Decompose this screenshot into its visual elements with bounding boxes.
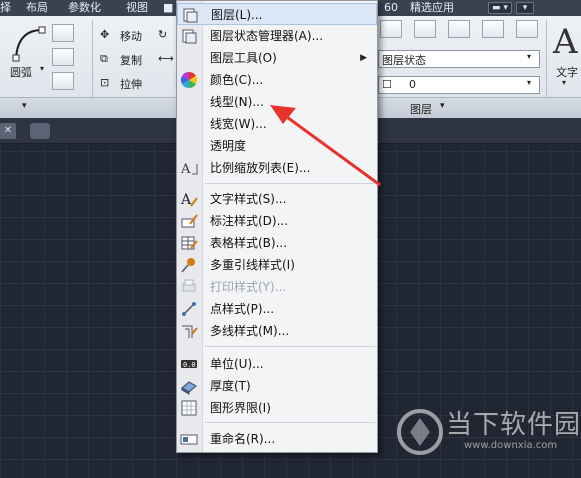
- watermark: 当下软件园 www.downxia.com: [396, 400, 580, 464]
- move-button[interactable]: 移动: [120, 28, 142, 44]
- menu-item-color[interactable]: 颜色(C)...: [177, 69, 377, 91]
- layer-tool-icon-3[interactable]: [448, 20, 470, 38]
- point-style-icon: [182, 302, 196, 316]
- layer-tool-icon-4[interactable]: [482, 20, 504, 38]
- menu-featured-apps[interactable]: 精选应用: [410, 0, 454, 16]
- menu-select[interactable]: 择: [0, 0, 11, 16]
- menu-item-transparency[interactable]: 透明度: [177, 135, 377, 157]
- units-icon: 0.0: [181, 360, 197, 369]
- layer-state-manager-icon: [182, 29, 197, 44]
- text-tool-label[interactable]: 文字: [556, 64, 578, 80]
- multiline-style-icon: [182, 325, 198, 338]
- menu-view[interactable]: 视图: [126, 0, 148, 16]
- text-style-icon: A: [180, 192, 198, 208]
- menu-item-thickness[interactable]: 厚度(T): [177, 375, 377, 397]
- menu-item-multiline-style[interactable]: 多线样式(M)...: [177, 320, 377, 342]
- menu-360[interactable]: 60: [384, 0, 398, 16]
- text-tool-icon[interactable]: A: [553, 22, 578, 62]
- watermark-url: www.downxia.com: [464, 440, 558, 451]
- copy-icon[interactable]: ⧉: [100, 52, 108, 66]
- arc-icon[interactable]: [10, 24, 46, 62]
- menu-item-point-style[interactable]: 点样式(P)...: [177, 298, 377, 320]
- svg-text:0.0: 0.0: [183, 361, 196, 369]
- plot-style-icon: [182, 279, 196, 292]
- rename-icon: [180, 434, 198, 445]
- menu-item-layer[interactable]: 图层(L)...: [177, 3, 377, 25]
- arc-label[interactable]: 圆弧: [10, 64, 32, 80]
- rectangle-icon[interactable]: [52, 24, 74, 42]
- menu-item-lineweight[interactable]: 线宽(W)...: [177, 113, 377, 135]
- text-dropdown-icon[interactable]: ▾: [562, 78, 566, 87]
- format-menu: 图层(L)... 图层状态管理器(A)... 图层工具(O) ▶ 颜色(C)..…: [176, 0, 378, 453]
- ribbon-toggle-icon[interactable]: ▾: [516, 2, 534, 14]
- close-tab-icon[interactable]: ✕: [0, 123, 16, 139]
- submenu-arrow-icon: ▶: [360, 53, 367, 63]
- thickness-icon: [181, 381, 197, 395]
- svg-text:A: A: [180, 162, 191, 177]
- menu-item-text-style[interactable]: A 文字样式(S)...: [177, 188, 377, 210]
- move-icon[interactable]: ✥: [100, 28, 109, 41]
- menu-item-layer-tools[interactable]: 图层工具(O) ▶: [177, 47, 377, 69]
- layer-state-label: 图层状态: [382, 54, 426, 67]
- drawing-limits-icon: [181, 400, 197, 416]
- layers-panel-expand-icon[interactable]: ▾: [440, 101, 445, 111]
- menu-item-plot-style[interactable]: 打印样式(Y)...: [177, 276, 377, 298]
- chevron-down-icon: ▾: [527, 78, 532, 87]
- menu-item-multileader-style[interactable]: 多重引线样式(I): [177, 254, 377, 276]
- menu-item-units[interactable]: 0.0 单位(U)...: [177, 353, 377, 375]
- ellipse-icon[interactable]: [52, 48, 74, 66]
- watermark-text: 当下软件园: [446, 410, 581, 440]
- rotate-icon[interactable]: ↻: [158, 28, 167, 41]
- menu-item-scale-list[interactable]: A 比例缩放列表(E)...: [177, 157, 377, 179]
- menu-item-linetype[interactable]: 线型(N)...: [177, 91, 377, 113]
- copy-button[interactable]: 复制: [120, 52, 142, 68]
- scale-list-icon: A: [180, 162, 198, 177]
- hatch-icon[interactable]: [52, 72, 74, 90]
- menu-item-dimension-style[interactable]: 标注样式(D)...: [177, 210, 377, 232]
- svg-text:A: A: [180, 192, 192, 208]
- menu-layout[interactable]: 布局: [26, 0, 48, 16]
- menu-item-layer-state-manager[interactable]: 图层状态管理器(A)...: [177, 25, 377, 47]
- menu-item-drawing-limits[interactable]: 图形界限(I): [177, 397, 377, 419]
- dimension-style-icon: [181, 214, 198, 228]
- multileader-style-icon: [181, 258, 195, 273]
- workspace-switch-icon[interactable]: ▬ ▾: [488, 2, 512, 14]
- arc-dropdown-icon[interactable]: ▾: [40, 64, 44, 73]
- menu-item-rename[interactable]: 重命名(R)...: [177, 428, 377, 450]
- layer-tool-icon-2[interactable]: [414, 20, 436, 38]
- menu-parametric[interactable]: 参数化: [68, 0, 101, 16]
- draw-panel-expand-icon[interactable]: ▾: [22, 101, 27, 111]
- table-style-icon: [181, 236, 198, 250]
- layers-panel-title[interactable]: 图层: [410, 101, 432, 117]
- watermark-logo-icon: [397, 409, 443, 455]
- layer-properties-icon: [183, 8, 198, 23]
- layer-color-swatch: ☐: [382, 78, 392, 91]
- stretch-icon[interactable]: ⊡: [100, 76, 109, 89]
- chevron-down-icon: ▾: [527, 52, 532, 61]
- stretch-button[interactable]: 拉伸: [120, 76, 142, 92]
- new-tab-icon[interactable]: [30, 123, 50, 139]
- layer-tool-icon-5[interactable]: [516, 20, 538, 38]
- current-layer-select[interactable]: ☐ 0 ▾: [378, 76, 540, 94]
- color-wheel-icon: [180, 71, 198, 89]
- layer-tool-icon-1[interactable]: [380, 20, 402, 38]
- mirror-icon[interactable]: ⟷: [158, 52, 174, 65]
- current-layer-name: 0: [409, 78, 416, 91]
- menu-item-table-style[interactable]: 表格样式(B)...: [177, 232, 377, 254]
- menu-manage-partial[interactable]: ■: [163, 0, 173, 16]
- layer-state-select[interactable]: 图层状态 ▾: [378, 50, 540, 68]
